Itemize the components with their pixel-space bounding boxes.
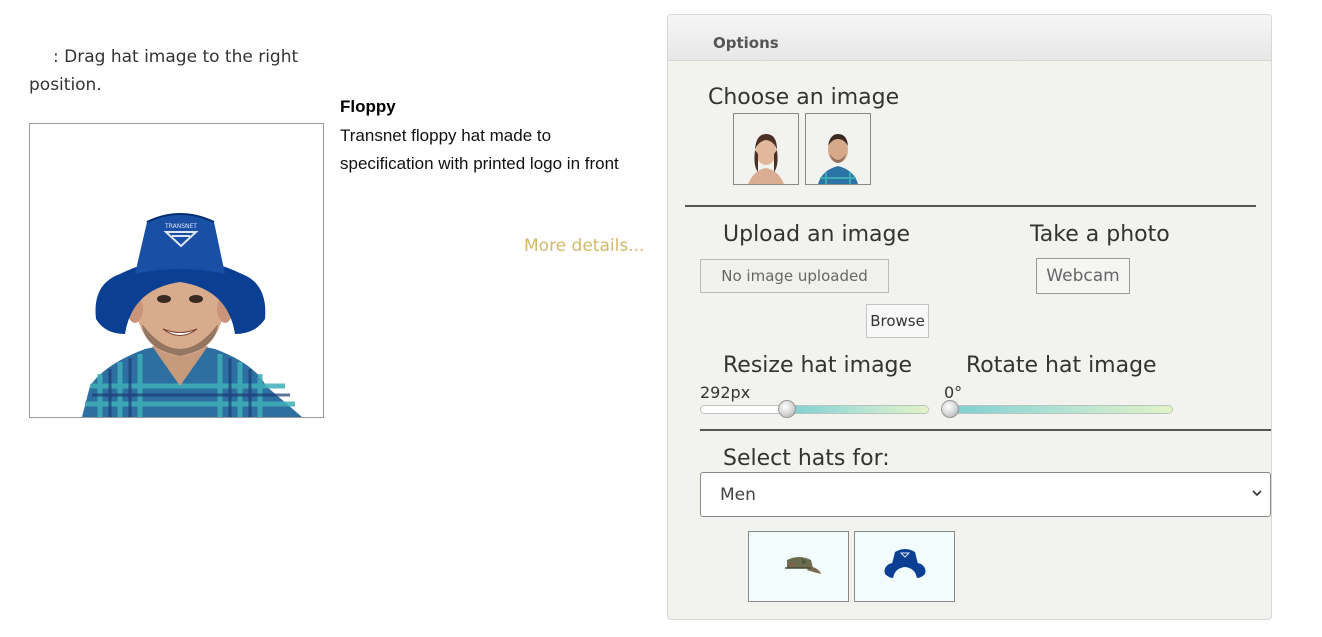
hat-category-value: Men xyxy=(720,485,756,505)
hat-category-select[interactable]: Men xyxy=(700,472,1271,517)
svg-text:TRANSNET: TRANSNET xyxy=(164,223,197,230)
product-description: Transnet floppy hat made to specificatio… xyxy=(340,126,619,173)
section-divider xyxy=(685,205,1256,207)
rotate-value: 0° xyxy=(944,383,963,402)
more-details-link[interactable]: More details... xyxy=(524,236,644,256)
man-portrait-icon xyxy=(806,114,870,184)
try-on-preview[interactable]: TRANSNET xyxy=(29,123,324,418)
hat-option-blue-floppy[interactable] xyxy=(854,531,955,602)
take-photo-label: Take a photo xyxy=(1030,222,1170,247)
rotate-slider-fill xyxy=(950,406,1172,413)
sample-image-man[interactable] xyxy=(805,113,871,185)
chevron-down-icon xyxy=(1252,490,1262,497)
preview-canvas: TRANSNET xyxy=(82,213,302,417)
resize-value: 292px xyxy=(700,383,751,402)
upload-status-field: No image uploaded xyxy=(700,259,889,293)
options-panel: Options Choose an image Upload an image … xyxy=(667,14,1272,620)
select-hats-label: Select hats for: xyxy=(723,446,890,471)
resize-slider-fill xyxy=(787,406,928,413)
instruction-text: : Drag hat image to the right position. xyxy=(29,43,319,99)
section-divider xyxy=(700,429,1271,431)
upload-image-label: Upload an image xyxy=(723,222,911,247)
rotate-slider-handle[interactable] xyxy=(941,400,959,418)
rotate-slider[interactable] xyxy=(941,400,1173,418)
product-name: Floppy xyxy=(340,97,396,116)
hat-option-camo-cap[interactable] xyxy=(748,531,849,602)
choose-image-label: Choose an image xyxy=(708,85,900,110)
blue-floppy-hat-icon xyxy=(884,549,926,578)
instruction-label: : Drag hat image to the right position. xyxy=(29,47,299,95)
resize-slider-handle[interactable] xyxy=(778,400,797,418)
options-title: Options xyxy=(713,34,779,52)
resize-slider[interactable] xyxy=(700,400,929,418)
browse-button[interactable]: Browse xyxy=(866,304,929,338)
rotate-hat-label: Rotate hat image xyxy=(966,353,1157,378)
sample-image-woman[interactable] xyxy=(733,113,799,185)
woman-portrait-icon xyxy=(734,114,798,184)
webcam-button[interactable]: Webcam xyxy=(1036,258,1130,294)
camo-cap-icon xyxy=(785,557,821,574)
resize-hat-label: Resize hat image xyxy=(723,353,913,378)
hat-try-on-page: : Drag hat image to the right position. xyxy=(0,0,1322,637)
